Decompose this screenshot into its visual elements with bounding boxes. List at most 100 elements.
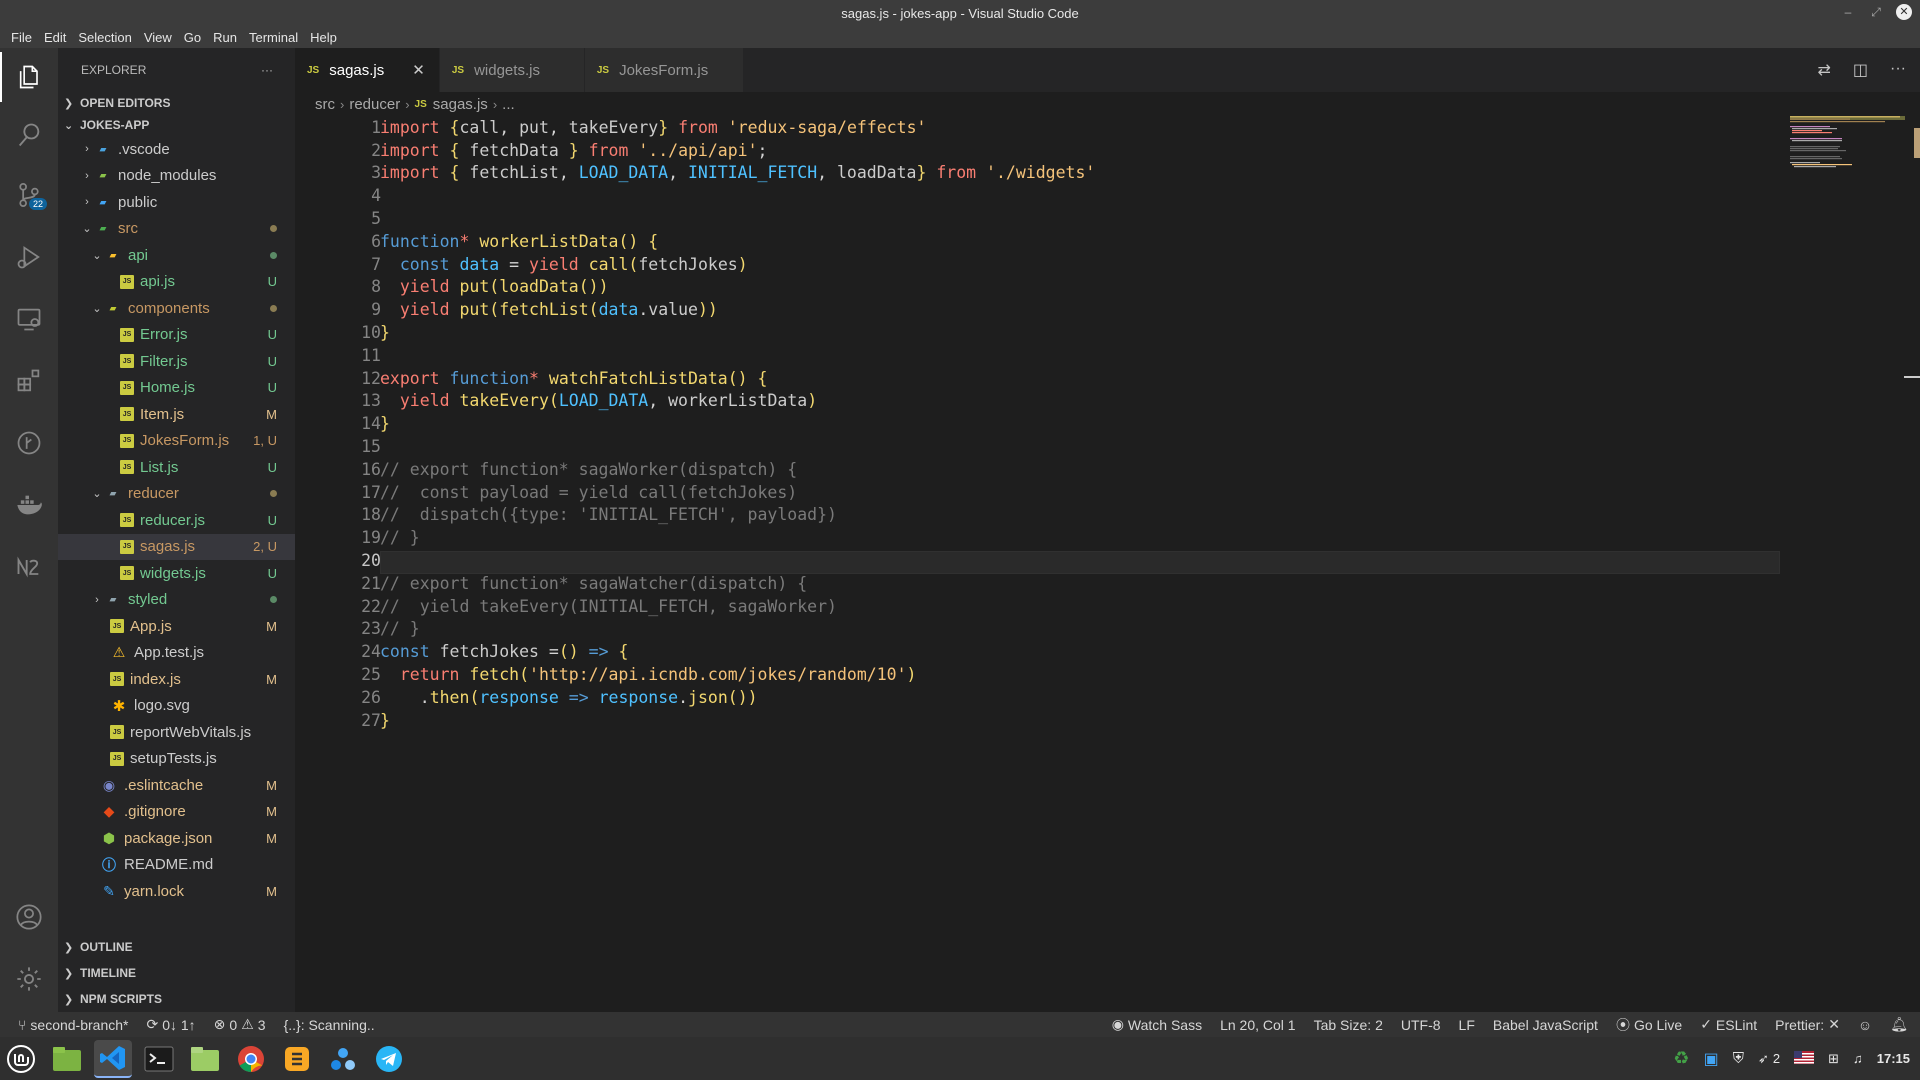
tree-item-reducer-js[interactable]: JS reducer.js U	[58, 507, 295, 534]
code-line[interactable]: 8 yield put(loadData())	[295, 276, 1775, 299]
outline-section[interactable]: ❯ OUTLINE	[58, 934, 295, 960]
tree-item-yarn-lock[interactable]: ✎ yarn.lock M	[58, 878, 295, 905]
taskbar-folder[interactable]	[186, 1040, 224, 1078]
shield-icon[interactable]: ⛨	[1733, 1050, 1744, 1067]
code-line[interactable]: 13 yield takeEvery(LOAD_DATA, workerList…	[295, 390, 1775, 413]
mint-menu-button[interactable]	[2, 1040, 40, 1078]
tree-item-item-js[interactable]: JS Item.js M	[58, 401, 295, 428]
bell-icon[interactable]: 🔔︎	[1890, 1016, 1908, 1033]
tree-item-index-js[interactable]: JS index.js M	[58, 666, 295, 693]
tab-size[interactable]: Tab Size: 2	[1314, 1017, 1383, 1033]
tree-item-list-js[interactable]: JS List.js U	[58, 454, 295, 481]
code-line[interactable]: 26 .then(response => response.json())	[295, 686, 1775, 709]
us-flag-icon[interactable]	[1794, 1050, 1815, 1067]
accounts-activity[interactable]	[0, 892, 58, 942]
restore-button[interactable]: ⤢	[1868, 5, 1884, 20]
code-line[interactable]: 5	[295, 207, 1775, 230]
code-line[interactable]: 14}	[295, 412, 1775, 435]
menu-file[interactable]: File	[6, 30, 37, 45]
tree-item-api-folder[interactable]: ⌄ ▰ api	[58, 242, 295, 269]
breadcrumb-file[interactable]: sagas.js	[433, 96, 488, 113]
code-line[interactable]: 2 import { fetchData } from '../api/api';	[295, 139, 1775, 162]
code-line[interactable]: 27}	[295, 709, 1775, 732]
tree-item-src[interactable]: ⌄ ▰ src	[58, 216, 295, 243]
tree-item-public[interactable]: › ▰ public	[58, 189, 295, 216]
close-window-button[interactable]: ✕	[1896, 4, 1912, 20]
tree-item-node-modules[interactable]: › ▰ node_modules	[58, 163, 295, 190]
code-line[interactable]: 23// }	[295, 618, 1775, 641]
code-line[interactable]: 15	[295, 435, 1775, 458]
open-editors-section[interactable]: ❯ OPEN EDITORS	[58, 92, 295, 114]
source-control-activity[interactable]: 22	[0, 170, 58, 220]
tree-item-setuptests-js[interactable]: JS setupTests.js	[58, 746, 295, 773]
menu-terminal[interactable]: Terminal	[244, 30, 303, 45]
code-line[interactable]: 21// export function* sagaWatcher(dispat…	[295, 572, 1775, 595]
git-graph-activity[interactable]	[0, 418, 58, 468]
code-line[interactable]: 4	[295, 184, 1775, 207]
minimize-button[interactable]: –	[1840, 5, 1856, 19]
minimap[interactable]	[1790, 116, 1905, 186]
tree-item-components[interactable]: ⌄ ▰ components	[58, 295, 295, 322]
menu-run[interactable]: Run	[208, 30, 242, 45]
menu-selection[interactable]: Selection	[73, 30, 136, 45]
tab-jokesform-js[interactable]: JS JokesForm.js	[584, 48, 743, 92]
remote-explorer-activity[interactable]	[0, 294, 58, 344]
tree-item-widgets-js[interactable]: JS widgets.js U	[58, 560, 295, 587]
tree-item-gitignore[interactable]: ◆ .gitignore M	[58, 799, 295, 826]
taskbar-telegram[interactable]	[370, 1040, 408, 1078]
code-line[interactable]: 1 import {call, put, takeEvery} from 'red…	[295, 116, 1775, 139]
taskbar-vscode[interactable]	[94, 1039, 132, 1078]
prettier-status[interactable]: Prettier: ✕	[1775, 1016, 1840, 1033]
breadcrumb-reducer[interactable]: reducer	[349, 96, 400, 113]
taskbar-app-blue[interactable]	[324, 1040, 362, 1078]
cursor-position[interactable]: Ln 20, Col 1	[1220, 1017, 1296, 1033]
code-line[interactable]: 6 function* workerListData() {	[295, 230, 1775, 253]
explorer-more-button[interactable]: ···	[261, 63, 273, 77]
code-line[interactable]: 22// yield takeEvery(INITIAL_FETCH, saga…	[295, 595, 1775, 618]
clock[interactable]: 17:15	[1877, 1051, 1910, 1066]
run-debug-activity[interactable]	[0, 232, 58, 282]
manage-activity[interactable]	[0, 954, 58, 1004]
tree-item-sagas-js[interactable]: JS sagas.js 2, U	[58, 533, 295, 560]
notifications-tray[interactable]: ➶ 2	[1758, 1051, 1780, 1067]
language-mode[interactable]: Babel JavaScript	[1493, 1017, 1598, 1033]
tree-item-eslintcache[interactable]: ◉ .eslintcache M	[58, 772, 295, 799]
timeline-section[interactable]: ❯ TIMELINE	[58, 960, 295, 986]
tree-item-styled[interactable]: › ▰ styled	[58, 587, 295, 614]
more-actions-icon[interactable]: ···	[1890, 60, 1906, 80]
tree-item-filter-js[interactable]: JS Filter.js U	[58, 348, 295, 375]
encoding[interactable]: UTF-8	[1401, 1017, 1441, 1033]
code-line[interactable]: 24 const fetchJokes =() => {	[295, 640, 1775, 663]
tree-item-app-test-js[interactable]: ⚠ App.test.js	[58, 640, 295, 667]
open-changes-icon[interactable]: ⇄	[1817, 60, 1830, 80]
network-icon[interactable]: ⊞	[1828, 1051, 1839, 1067]
menu-edit[interactable]: Edit	[39, 30, 71, 45]
watch-sass-button[interactable]: ◉ Watch Sass	[1112, 1016, 1202, 1033]
tab-widgets-js[interactable]: JS widgets.js	[439, 48, 584, 92]
menu-go[interactable]: Go	[179, 30, 206, 45]
taskbar-terminal[interactable]	[140, 1040, 178, 1078]
breadcrumb-symbol[interactable]: ...	[502, 96, 515, 113]
tree-item-logo-svg[interactable]: ✱ logo.svg	[58, 693, 295, 720]
code-line[interactable]: 3 import { fetchList, LOAD_DATA, INITIAL_…	[295, 162, 1775, 185]
breadcrumb-src[interactable]: src	[315, 96, 335, 113]
code-line[interactable]: 7 const data = yield call(fetchJokes)	[295, 253, 1775, 276]
code-line[interactable]: 20	[295, 549, 1775, 572]
taskbar-sublime[interactable]	[278, 1040, 316, 1078]
tree-item-app-js[interactable]: JS App.js M	[58, 613, 295, 640]
vbox-icon[interactable]: ▣	[1704, 1049, 1719, 1069]
eslint-status[interactable]: ✓ ESLint	[1700, 1016, 1757, 1033]
feedback-icon[interactable]: ☺	[1858, 1017, 1872, 1033]
menu-help[interactable]: Help	[305, 30, 342, 45]
code-line[interactable]: 10}	[295, 321, 1775, 344]
recycle-icon[interactable]: ♻	[1673, 1048, 1689, 1069]
taskbar-files-manager[interactable]	[48, 1040, 86, 1078]
search-activity[interactable]	[0, 110, 58, 160]
code-line[interactable]: 25 return fetch('http://api.icndb.com/jo…	[295, 663, 1775, 686]
taskbar-chrome[interactable]	[232, 1040, 270, 1078]
explorer-activity[interactable]	[0, 52, 58, 102]
tree-item-home-js[interactable]: JS Home.js U	[58, 375, 295, 402]
n2-extension-activity[interactable]	[0, 542, 58, 592]
npm-scripts-section[interactable]: ❯ NPM SCRIPTS	[58, 986, 295, 1012]
tree-item-reducer-folder[interactable]: ⌄ ▰ reducer	[58, 481, 295, 508]
